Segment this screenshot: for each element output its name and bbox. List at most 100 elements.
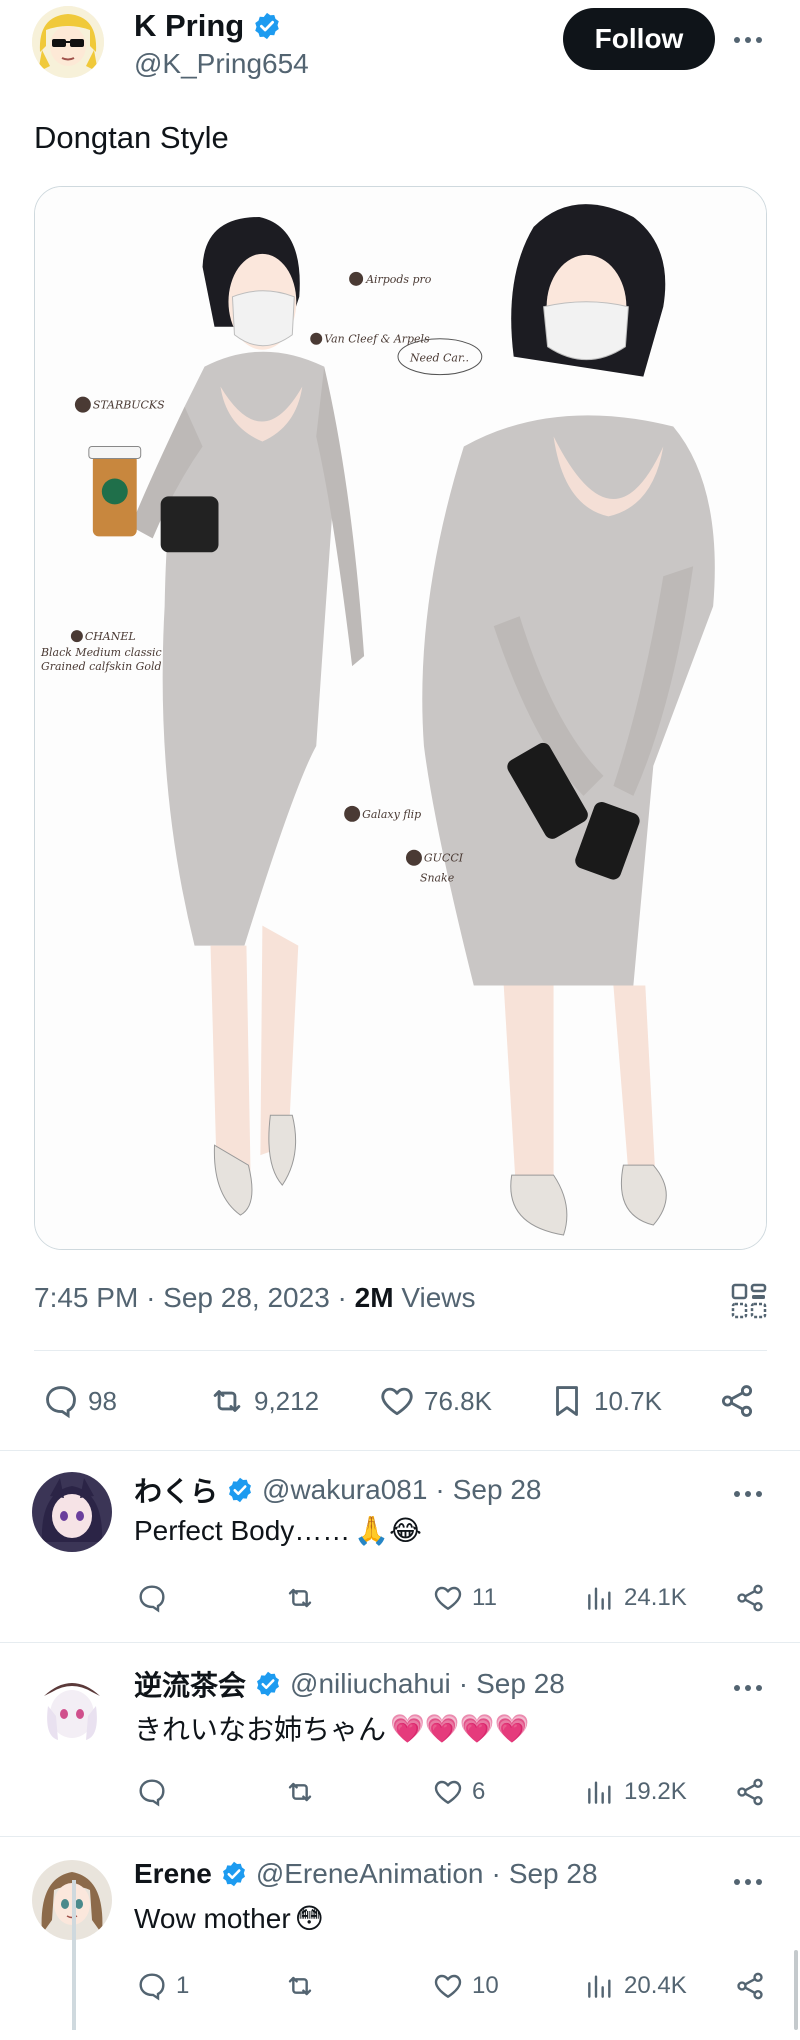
repost-action[interactable]: [284, 1970, 324, 2002]
label-chanel-gold: Grained calfskin Gold: [41, 660, 162, 673]
reply-text: Wow mother 😳: [134, 1902, 324, 1935]
meta-separator: ·: [146, 1282, 156, 1313]
post-action-bar: 98 9,212 76.8K 10.7K: [0, 1372, 800, 1432]
verified-badge-icon: [255, 12, 279, 40]
analytics-bars-icon: [588, 1975, 611, 1998]
repost-icon: [288, 1976, 312, 1996]
repost-icon: [288, 1588, 312, 1608]
reply-date[interactable]: Sep 28: [509, 1858, 598, 1890]
reply-icon: [139, 1779, 165, 1807]
reply-emojis: 💗💗💗💗: [390, 1712, 530, 1744]
analytics-qr-icon[interactable]: [730, 1282, 768, 1320]
reply-item[interactable]: Erene @EreneAnimation · Sep 28 Wow mothe…: [0, 1838, 800, 2040]
reply-icon: [139, 1585, 165, 1613]
heart-icon: [381, 1387, 413, 1416]
bookmark-icon: [556, 1386, 578, 1416]
reply-icon: [139, 1973, 165, 2001]
label-chanel-bag: Black Medium classic: [40, 646, 162, 659]
reply-date[interactable]: Sep 28: [476, 1668, 565, 1700]
reply-date[interactable]: Sep 28: [453, 1474, 542, 1506]
views-count: 20.4K: [624, 1972, 687, 1999]
author-name[interactable]: K Pring: [134, 8, 282, 44]
like-action[interactable]: 6: [432, 1776, 485, 1808]
author-handle[interactable]: @K_Pring654: [134, 48, 309, 80]
author-avatar[interactable]: [32, 6, 104, 78]
divider: [0, 1642, 800, 1643]
meta-separator: ·: [458, 1668, 469, 1699]
reply-author-name[interactable]: Erene: [134, 1858, 212, 1890]
views-count: 2M: [354, 1282, 394, 1313]
meta-separator: ·: [491, 1858, 501, 1889]
like-action[interactable]: 10: [432, 1970, 499, 2002]
share-icon: [737, 1584, 763, 1612]
bookmark-count: 10.7K: [594, 1385, 662, 1416]
reply-text: Perfect Body…… 🙏😂: [134, 1514, 422, 1547]
reply-item[interactable]: わくら @wakura081 · Sep 28 Perfect Body…… 🙏…: [0, 1450, 800, 1644]
like-action[interactable]: 76.8K: [378, 1382, 492, 1420]
post-meta: 7:45 PM · Sep 28, 2023 · 2M Views: [34, 1282, 476, 1314]
follow-button[interactable]: Follow: [563, 8, 715, 70]
reply-action[interactable]: [136, 1582, 176, 1614]
share-icon: [737, 1778, 763, 1806]
reply-emojis: 😳: [294, 1903, 324, 1934]
repost-action[interactable]: 9,212: [208, 1382, 319, 1420]
label-starbucks: STARBUCKS: [93, 399, 165, 412]
reply-avatar[interactable]: [32, 1666, 112, 1746]
more-options-icon[interactable]: [728, 1862, 768, 1902]
more-options-icon[interactable]: [728, 20, 768, 60]
reply-text-content: Perfect Body……: [134, 1514, 351, 1546]
label-need-car: Need Car..: [409, 352, 469, 365]
like-action[interactable]: 11: [432, 1582, 497, 1614]
reply-avatar[interactable]: [32, 1472, 112, 1552]
share-icon: [721, 1385, 753, 1417]
views-action[interactable]: 24.1K: [584, 1582, 687, 1614]
share-action[interactable]: [734, 1582, 766, 1614]
more-options-icon[interactable]: [728, 1668, 768, 1708]
views-action[interactable]: 19.2K: [584, 1776, 687, 1808]
reply-action[interactable]: 1: [136, 1970, 189, 2002]
like-count: 10: [472, 1972, 499, 1999]
post-time: 7:45 PM: [34, 1282, 139, 1313]
reply-header: 逆流茶会 @niliuchahui · Sep 28: [134, 1664, 565, 1704]
bookmark-action[interactable]: 10.7K: [548, 1382, 662, 1420]
repost-count: 9,212: [254, 1385, 320, 1416]
reply-author-name[interactable]: わくら: [134, 1470, 218, 1510]
more-options-icon[interactable]: [728, 1474, 768, 1514]
views-count: 24.1K: [624, 1584, 687, 1611]
share-icon: [737, 1972, 763, 2000]
views-action[interactable]: 20.4K: [584, 1970, 687, 2002]
reply-author-handle[interactable]: @niliuchahui: [290, 1668, 451, 1700]
views-label: Views: [401, 1282, 476, 1313]
analytics-bars-icon: [588, 1587, 611, 1610]
divider: [0, 1836, 800, 1837]
author-name-text[interactable]: K Pring: [134, 8, 244, 44]
reply-action[interactable]: [136, 1776, 176, 1808]
meta-separator: ·: [435, 1474, 445, 1505]
reply-item[interactable]: 逆流茶会 @niliuchahui · Sep 28 きれいなお姉ちゃん 💗💗💗…: [0, 1644, 800, 1838]
thread-connector-line: [72, 1880, 76, 2030]
share-action[interactable]: [718, 1382, 756, 1420]
reply-action[interactable]: 98: [42, 1382, 117, 1420]
reply-icon: [46, 1386, 76, 1419]
repost-action[interactable]: [284, 1582, 324, 1614]
repost-icon: [288, 1782, 312, 1802]
reply-emojis: 🙏😂: [354, 1515, 422, 1546]
verified-badge-icon: [257, 1671, 279, 1697]
post-date[interactable]: Sep 28, 2023: [163, 1282, 330, 1313]
reply-author-handle[interactable]: @wakura081: [262, 1474, 427, 1506]
label-airpods: Airpods pro: [365, 273, 432, 286]
like-count: 11: [472, 1584, 497, 1611]
label-galaxy-flip: Galaxy flip: [362, 808, 421, 821]
share-action[interactable]: [734, 1776, 766, 1808]
label-gucci: GUCCI: [424, 852, 464, 865]
reply-count: 1: [176, 1972, 190, 1999]
post-image[interactable]: STARBUCKS CHANEL Black Medium classic Gr…: [34, 186, 767, 1250]
reply-author-handle[interactable]: @EreneAnimation: [256, 1858, 484, 1890]
scrollbar[interactable]: [794, 1950, 798, 2030]
heart-icon: [434, 1780, 462, 1804]
share-action[interactable]: [734, 1970, 766, 2002]
label-chanel: CHANEL: [85, 630, 136, 643]
reply-count: 98: [88, 1385, 117, 1416]
reply-author-name[interactable]: 逆流茶会: [134, 1664, 246, 1704]
repost-action[interactable]: [284, 1776, 324, 1808]
